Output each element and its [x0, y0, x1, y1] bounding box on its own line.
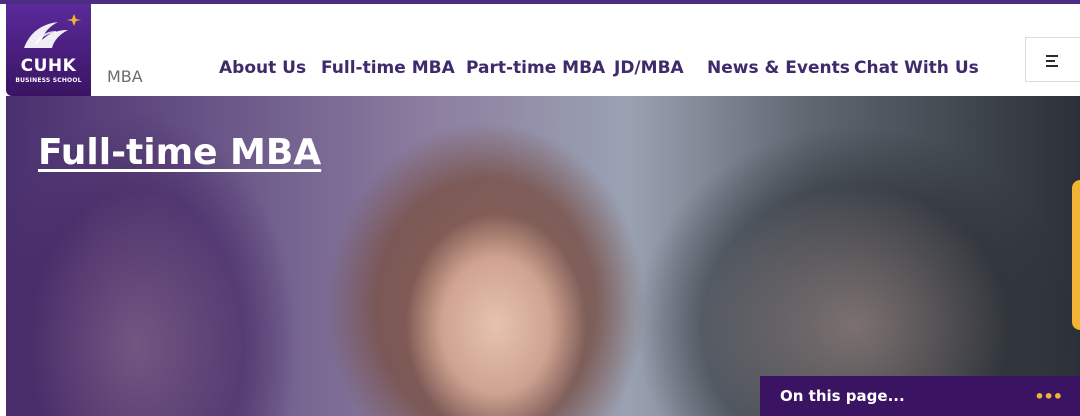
nav-item-chat-with-us[interactable]: Chat With Us — [854, 58, 979, 78]
nav-item-about-us[interactable]: About Us — [219, 58, 306, 78]
phoenix-crest-icon — [24, 14, 81, 48]
on-this-page-panel[interactable]: On this page... ••• — [760, 376, 1080, 416]
cuhk-logo[interactable]: CUHK BUSINESS SCHOOL — [6, 4, 91, 96]
page-title: Full-time MBA — [38, 132, 322, 173]
menu-button[interactable] — [1025, 37, 1080, 82]
site-section-label: MBA — [107, 67, 143, 86]
ellipsis-icon[interactable]: ••• — [1034, 387, 1063, 406]
on-this-page-label: On this page... — [780, 387, 905, 405]
nav-item-jd-mba[interactable]: JD/MBA — [614, 58, 684, 78]
hamburger-menu-icon — [1046, 55, 1058, 70]
side-feedback-tab[interactable] — [1072, 180, 1080, 330]
top-accent-bar — [0, 0, 1080, 4]
logo-subtitle: BUSINESS SCHOOL — [15, 77, 82, 84]
nav-item-news-events[interactable]: News & Events — [707, 58, 850, 78]
logo-name: CUHK — [20, 56, 77, 76]
nav-item-full-time-mba[interactable]: Full-time MBA — [321, 58, 455, 78]
nav-item-part-time-mba[interactable]: Part-time MBA — [466, 58, 605, 78]
